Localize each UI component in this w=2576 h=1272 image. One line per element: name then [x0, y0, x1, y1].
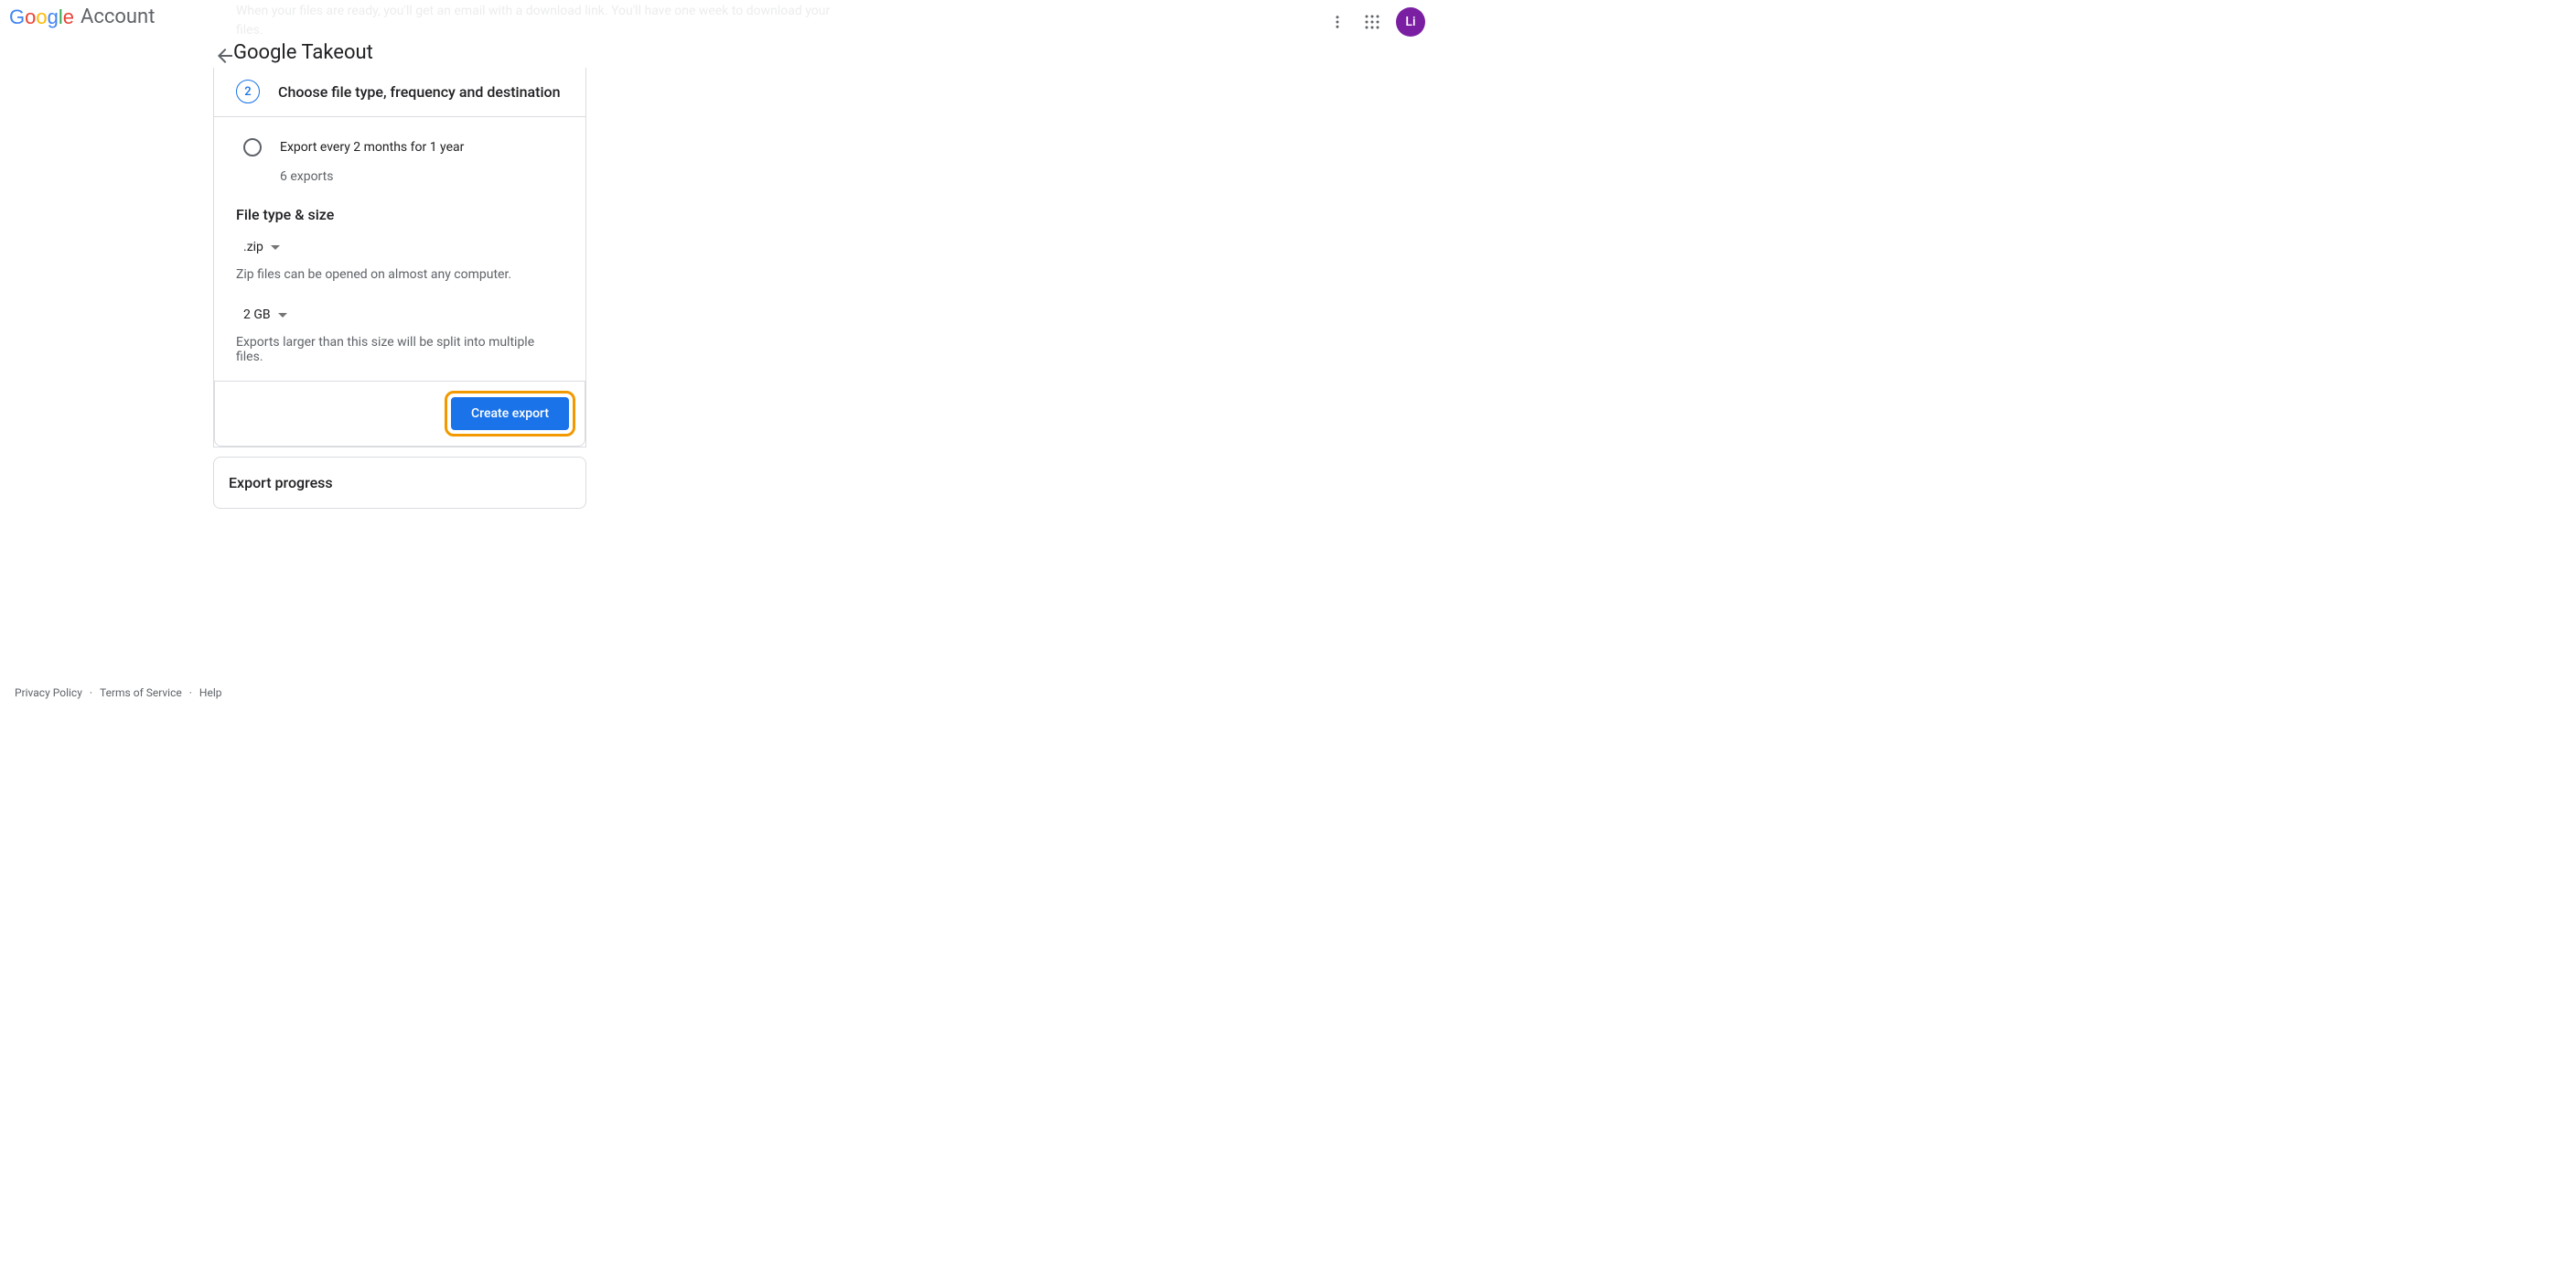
- footer-help-link[interactable]: Help: [199, 686, 222, 699]
- export-progress-card[interactable]: Export progress: [213, 457, 586, 509]
- export-progress-title: Export progress: [229, 474, 571, 491]
- radio-unchecked-icon: [243, 138, 262, 156]
- page-header: Google Takeout: [0, 34, 1436, 68]
- radio-label: Export every 2 months for 1 year: [280, 140, 464, 155]
- page-title: Google Takeout: [233, 41, 373, 64]
- step-body: Export every 2 months for 1 year 6 expor…: [213, 117, 586, 447]
- svg-text:Google: Google: [9, 6, 74, 28]
- highlight-ring: Create export: [445, 391, 575, 437]
- footer-separator: ·: [90, 686, 92, 699]
- footer-separator: ·: [189, 686, 192, 699]
- google-apps-button[interactable]: [1361, 11, 1383, 33]
- step-footer: Create export: [214, 381, 585, 447]
- more-options-button[interactable]: [1326, 11, 1348, 33]
- file-size-value: 2 GB: [243, 307, 271, 322]
- chevron-down-icon: [278, 313, 287, 318]
- file-format-helper: Zip files can be opened on almost any co…: [236, 267, 564, 282]
- page-footer: Privacy Policy · Terms of Service · Help: [0, 677, 1436, 708]
- account-label: Account: [80, 5, 155, 28]
- create-export-button[interactable]: Create export: [451, 397, 569, 430]
- logo-section[interactable]: Google Account: [9, 5, 155, 28]
- file-size-helper: Exports larger than this size will be sp…: [236, 335, 564, 364]
- file-size-dropdown[interactable]: 2 GB: [243, 307, 564, 322]
- chevron-down-icon: [271, 245, 280, 250]
- footer-terms-link[interactable]: Terms of Service: [100, 686, 182, 699]
- main-content: 2 Choose file type, frequency and destin…: [213, 67, 586, 509]
- step-title: Choose file type, frequency and destinat…: [278, 83, 561, 101]
- radio-export-every-2-months[interactable]: Export every 2 months for 1 year: [243, 135, 564, 156]
- footer-privacy-link[interactable]: Privacy Policy: [15, 686, 82, 699]
- radio-sublabel: 6 exports: [280, 169, 564, 184]
- file-format-value: .zip: [243, 240, 263, 254]
- step-header: 2 Choose file type, frequency and destin…: [213, 67, 586, 117]
- google-logo: Google: [9, 6, 77, 28]
- vertical-dots-icon: [1329, 14, 1346, 30]
- user-avatar[interactable]: Li: [1396, 7, 1425, 37]
- file-type-size-heading: File type & size: [236, 206, 564, 223]
- top-bar: Google Account Li: [0, 0, 1436, 34]
- step-number-badge: 2: [236, 80, 260, 103]
- file-format-dropdown[interactable]: .zip: [243, 240, 564, 254]
- apps-grid-icon: [1364, 14, 1380, 30]
